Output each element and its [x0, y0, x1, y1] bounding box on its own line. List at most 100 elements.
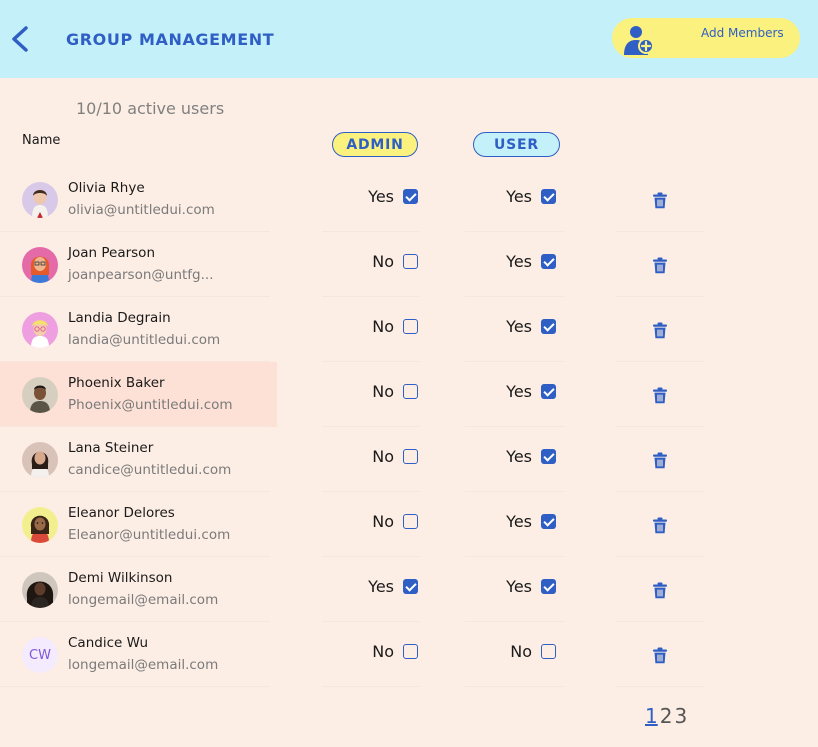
- row-divider: [615, 686, 705, 687]
- trash-icon[interactable]: [652, 647, 668, 664]
- trash-icon[interactable]: [652, 387, 668, 404]
- user-email: joanpearson@untfg...: [68, 267, 214, 283]
- user-checkbox[interactable]: [541, 319, 556, 334]
- user-value-label: Yes: [506, 447, 532, 466]
- user-permission-toggle[interactable]: No: [480, 642, 556, 661]
- user-checkbox[interactable]: [541, 384, 556, 399]
- user-permission-toggle[interactable]: Yes: [480, 252, 556, 271]
- user-checkbox[interactable]: [541, 449, 556, 464]
- trash-icon[interactable]: [652, 582, 668, 599]
- user-checkbox[interactable]: [541, 254, 556, 269]
- page-link-1[interactable]: 1: [645, 704, 658, 728]
- user-value-label: Yes: [506, 382, 532, 401]
- pagination: 1 2 3: [645, 704, 687, 728]
- column-header-admin: ADMIN: [332, 132, 418, 157]
- column-header-name: Name: [22, 133, 61, 148]
- page-link-2[interactable]: 2: [660, 704, 673, 728]
- admin-value-label: No: [372, 512, 394, 531]
- admin-checkbox[interactable]: [403, 579, 418, 594]
- admin-permission-toggle[interactable]: Yes: [340, 577, 418, 596]
- user-name: Lana Steiner: [68, 440, 154, 456]
- table-row: Phoenix Baker Phoenix@untitledui.com No Yes: [0, 362, 710, 427]
- user-email: Phoenix@untitledui.com: [68, 397, 233, 413]
- admin-permission-toggle[interactable]: No: [340, 512, 418, 531]
- user-name: Phoenix Baker: [68, 375, 165, 391]
- user-checkbox[interactable]: [541, 644, 556, 659]
- user-email: candice@untitledui.com: [68, 462, 232, 478]
- admin-checkbox[interactable]: [403, 384, 418, 399]
- avatar: [22, 182, 58, 218]
- admin-checkbox[interactable]: [403, 514, 418, 529]
- table-row: Landia Degrain landia@untitledui.com No Yes: [0, 297, 710, 362]
- user-checkbox[interactable]: [541, 189, 556, 204]
- user-permission-toggle[interactable]: Yes: [480, 382, 556, 401]
- user-name: Eleanor Delores: [68, 505, 175, 521]
- admin-value-label: Yes: [368, 577, 394, 596]
- avatar: [22, 572, 58, 608]
- user-email: longemail@email.com: [68, 657, 219, 673]
- avatar: [22, 377, 58, 413]
- user-checkbox[interactable]: [541, 514, 556, 529]
- admin-value-label: No: [372, 447, 394, 466]
- user-name: Demi Wilkinson: [68, 570, 173, 586]
- admin-value-label: Yes: [368, 187, 394, 206]
- user-value-label: Yes: [506, 187, 532, 206]
- admin-permission-toggle[interactable]: No: [340, 252, 418, 271]
- admin-permission-toggle[interactable]: Yes: [340, 187, 418, 206]
- table-row: Lana Steiner candice@untitledui.com No Yes: [0, 427, 710, 492]
- user-value-label: Yes: [506, 577, 532, 596]
- user-name: Joan Pearson: [68, 245, 155, 261]
- user-plus-icon: [624, 26, 654, 55]
- add-members-label: Add Members: [701, 26, 784, 40]
- page-title: GROUP MANAGEMENT: [66, 30, 275, 49]
- admin-checkbox[interactable]: [403, 449, 418, 464]
- admin-checkbox[interactable]: [403, 319, 418, 334]
- user-permission-toggle[interactable]: Yes: [480, 577, 556, 596]
- app-header: GROUP MANAGEMENT Add Members: [0, 0, 818, 78]
- admin-permission-toggle[interactable]: No: [340, 382, 418, 401]
- avatar: [22, 312, 58, 348]
- admin-permission-toggle[interactable]: No: [340, 642, 418, 661]
- admin-permission-toggle[interactable]: No: [340, 447, 418, 466]
- trash-icon[interactable]: [652, 257, 668, 274]
- column-header-user: USER: [473, 132, 560, 157]
- user-value-label: No: [510, 642, 532, 661]
- user-name: Olivia Rhye: [68, 180, 145, 196]
- avatar: CW: [22, 637, 58, 673]
- add-members-button[interactable]: Add Members: [612, 18, 800, 58]
- table-row: Eleanor Delores Eleanor@untitledui.com No Y…: [0, 492, 710, 557]
- avatar-initials: CW: [22, 637, 58, 673]
- page-link-3[interactable]: 3: [674, 704, 687, 728]
- table-row: Joan Pearson joanpearson@untfg... No Yes: [0, 232, 710, 297]
- table-row: Demi Wilkinson longemail@email.com Yes Yes: [0, 557, 710, 622]
- user-value-label: Yes: [506, 317, 532, 336]
- user-permission-toggle[interactable]: Yes: [480, 512, 556, 531]
- trash-icon[interactable]: [652, 452, 668, 469]
- user-value-label: Yes: [506, 512, 532, 531]
- back-chevron-icon[interactable]: [8, 24, 34, 54]
- admin-checkbox[interactable]: [403, 254, 418, 269]
- admin-checkbox[interactable]: [403, 644, 418, 659]
- user-email: landia@untitledui.com: [68, 332, 221, 348]
- user-value-label: Yes: [506, 252, 532, 271]
- row-divider: [0, 686, 270, 687]
- admin-value-label: No: [372, 382, 394, 401]
- avatar: [22, 507, 58, 543]
- user-name: Landia Degrain: [68, 310, 171, 326]
- user-permission-toggle[interactable]: Yes: [480, 317, 556, 336]
- trash-icon[interactable]: [652, 322, 668, 339]
- user-email: Eleanor@untitledui.com: [68, 527, 231, 543]
- row-divider: [465, 686, 565, 687]
- user-email: longemail@email.com: [68, 592, 219, 608]
- admin-checkbox[interactable]: [403, 189, 418, 204]
- user-permission-toggle[interactable]: Yes: [480, 447, 556, 466]
- admin-value-label: No: [372, 642, 394, 661]
- trash-icon[interactable]: [652, 192, 668, 209]
- row-divider: [322, 686, 420, 687]
- active-users-count: 10/10 active users: [76, 99, 225, 118]
- admin-permission-toggle[interactable]: No: [340, 317, 418, 336]
- user-name: Candice Wu: [68, 635, 149, 651]
- user-checkbox[interactable]: [541, 579, 556, 594]
- user-permission-toggle[interactable]: Yes: [480, 187, 556, 206]
- trash-icon[interactable]: [652, 517, 668, 534]
